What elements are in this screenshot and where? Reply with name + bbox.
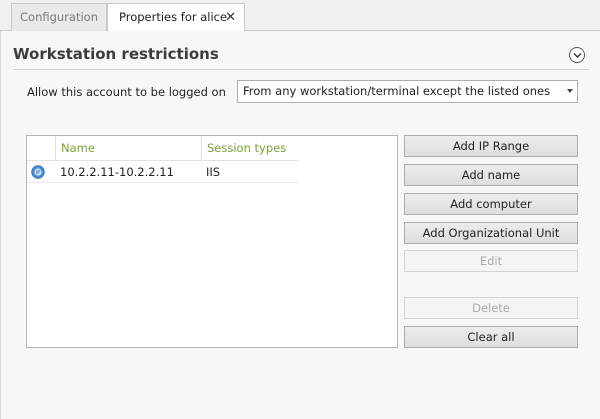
logon-restriction-select[interactable]: From any workstation/terminal except the… xyxy=(237,80,578,103)
tab-strip: Configuration Properties for alice ✕ xyxy=(0,0,600,32)
edit-button[interactable]: Edit xyxy=(404,250,578,272)
section-divider xyxy=(13,69,589,70)
close-icon[interactable]: ✕ xyxy=(225,4,236,31)
add-ip-range-button[interactable]: Add IP Range xyxy=(404,135,578,157)
add-organizational-unit-button[interactable]: Add Organizational Unit xyxy=(404,222,578,244)
logon-restriction-value: From any workstation/terminal except the… xyxy=(243,84,551,98)
list-header: Name Session types xyxy=(27,136,397,160)
add-name-button[interactable]: Add name xyxy=(404,164,578,186)
header-divider xyxy=(27,160,299,161)
dropdown-arrow-icon xyxy=(567,89,573,93)
column-header-name[interactable]: Name xyxy=(55,136,201,160)
clear-all-button[interactable]: Clear all xyxy=(404,326,578,348)
workstation-list[interactable]: Name Session types IP 10.2.2.11-10.2.2.1… xyxy=(26,135,398,348)
tab-configuration[interactable]: Configuration xyxy=(11,3,107,31)
cell-session-types: IIS xyxy=(206,165,221,179)
tab-properties-for-alice[interactable]: Properties for alice ✕ xyxy=(107,3,245,32)
add-computer-button[interactable]: Add computer xyxy=(404,193,578,215)
delete-button[interactable]: Delete xyxy=(404,297,578,319)
column-header-session-types[interactable]: Session types xyxy=(201,136,299,160)
cell-name: 10.2.2.11-10.2.2.11 xyxy=(60,165,174,179)
section-title: Workstation restrictions xyxy=(13,45,219,63)
workstation-restrictions-panel: Workstation restrictions Allow this acco… xyxy=(0,31,600,419)
tab-properties-label: Properties for alice xyxy=(119,10,228,24)
ip-address-icon: IP xyxy=(31,165,45,179)
chevron-down-circle-icon[interactable] xyxy=(569,47,585,63)
logon-label: Allow this account to be logged on xyxy=(27,85,226,99)
list-item[interactable]: IP 10.2.2.11-10.2.2.11 IIS xyxy=(27,162,299,183)
svg-text:IP: IP xyxy=(36,170,42,176)
column-header-icon xyxy=(27,136,55,160)
